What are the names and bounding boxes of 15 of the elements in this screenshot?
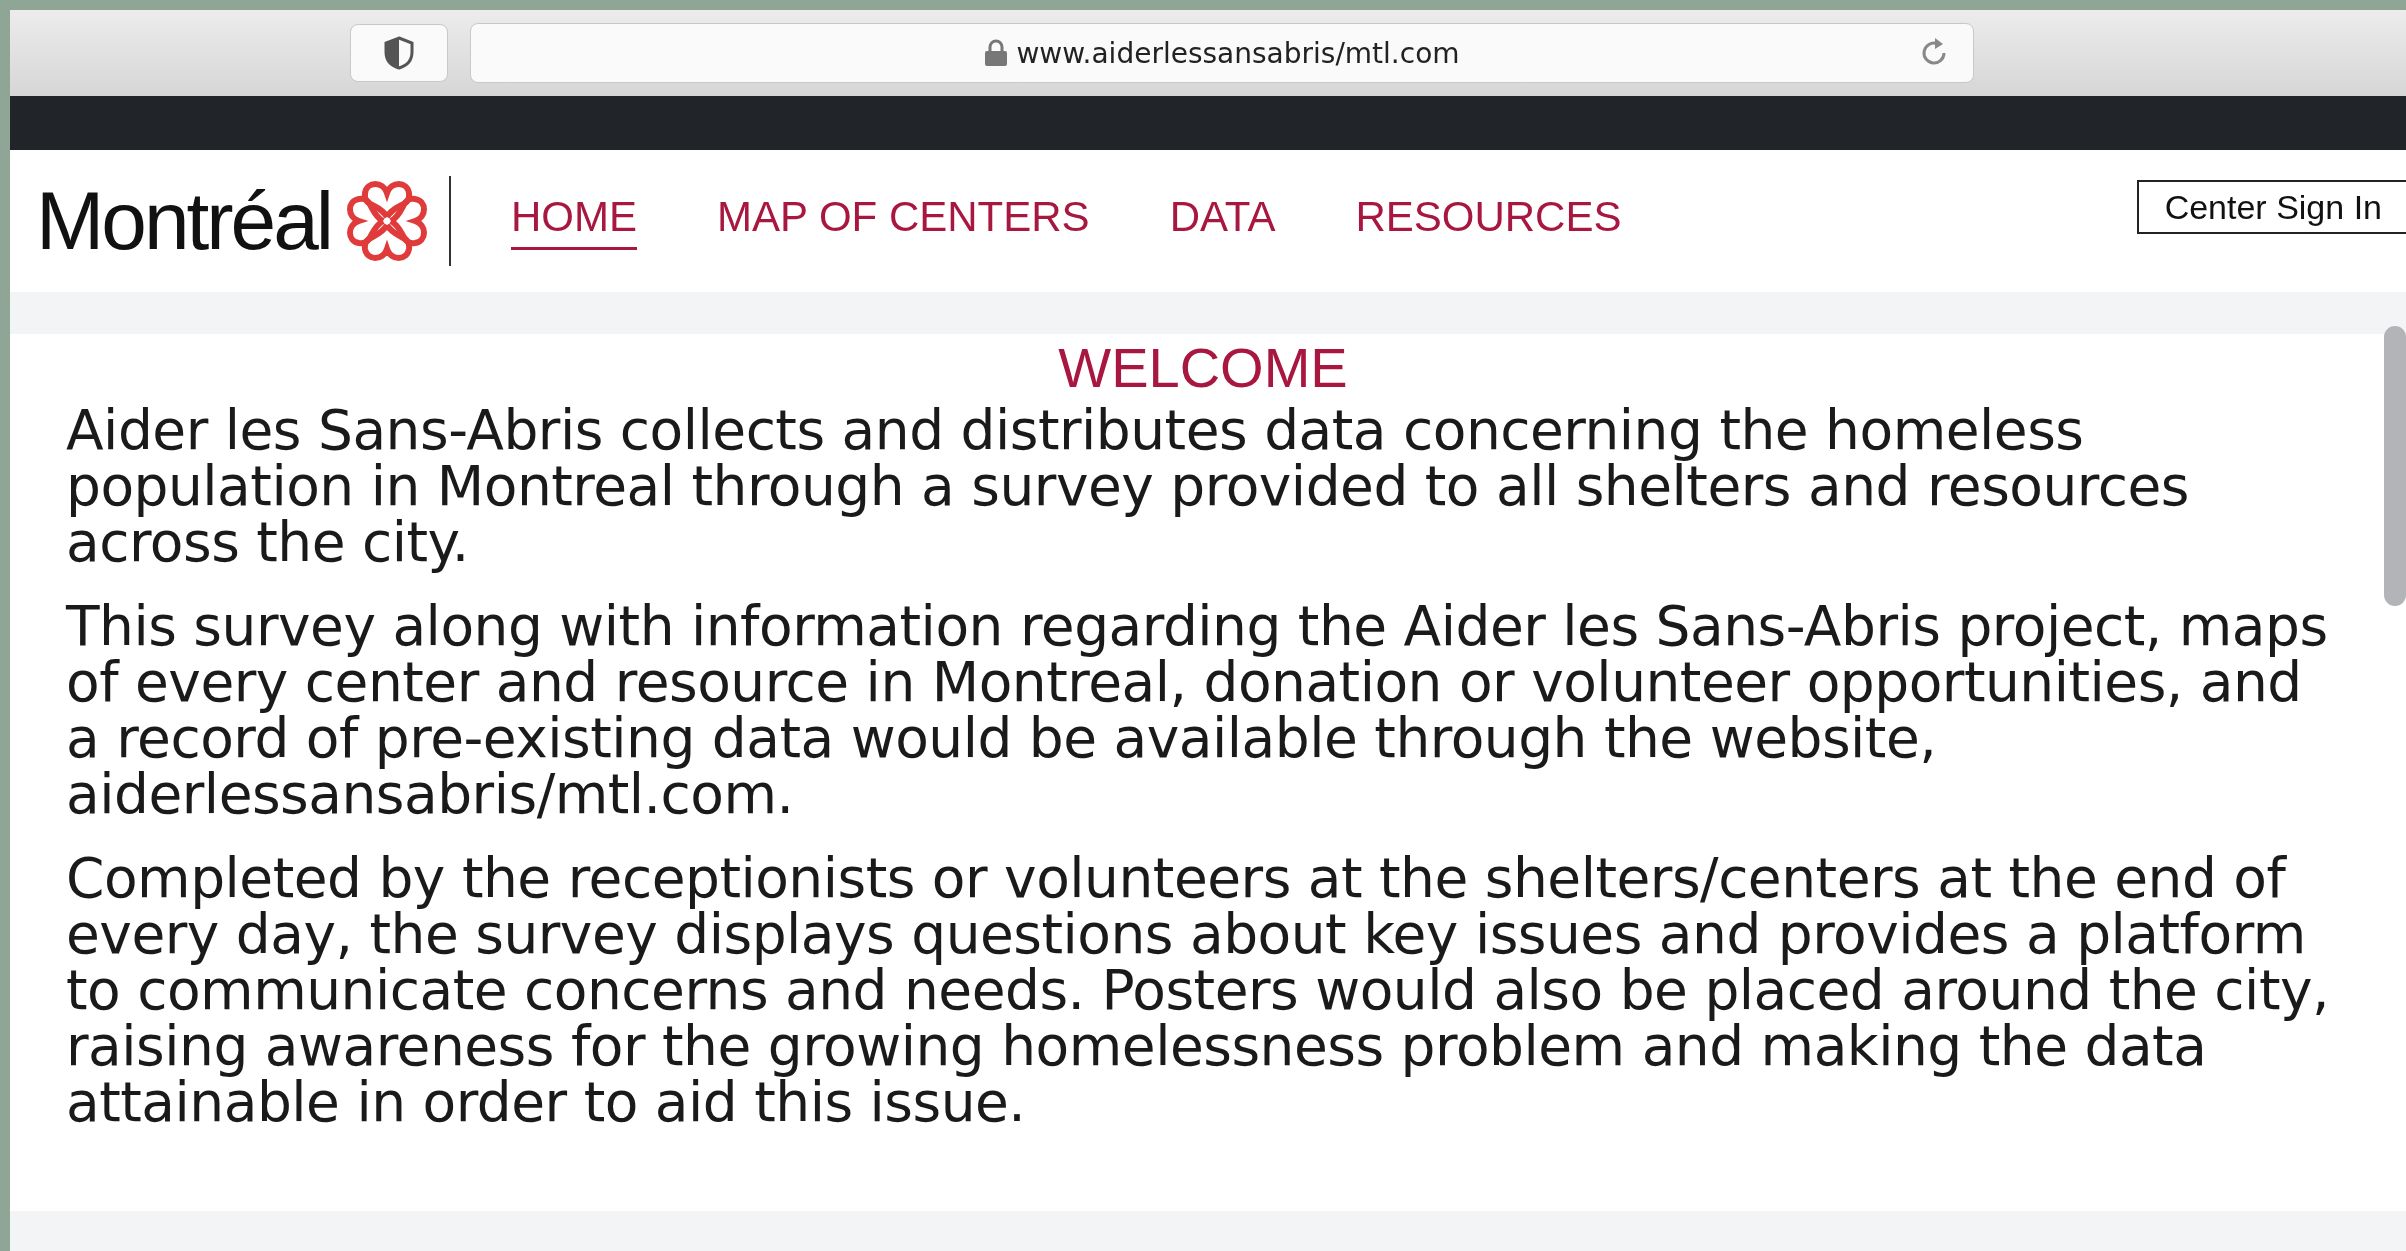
- site-logo[interactable]: Montréal: [36, 174, 332, 268]
- address-bar[interactable]: www.aiderlessansabris/mtl.com: [470, 23, 1974, 83]
- welcome-heading: WELCOME: [1057, 335, 1349, 401]
- lock-icon: [984, 39, 1009, 67]
- nav-link[interactable]: MAP OF CENTERS: [717, 192, 1090, 250]
- scrollbar-thumb[interactable]: [2384, 326, 2406, 606]
- nav-link[interactable]: DATA: [1169, 192, 1276, 250]
- privacy-button[interactable]: [350, 24, 448, 82]
- paragraph: This survey along with information regarding the Aider les Sans-Abris project, maps of every center and resource in Montreal, donation or volunteer opportunities, and a record of pre-existing data would be available through the website, aiderlessansabris/mtl.com.: [66, 598, 2329, 822]
- nav-link[interactable]: RESOURCES: [1355, 192, 1622, 250]
- url-text: www.aiderlessansabris/mtl.com: [1016, 36, 1460, 70]
- sign-in-button[interactable]: Center Sign In: [2136, 180, 2406, 234]
- nav-link[interactable]: HOME: [511, 192, 638, 250]
- shield-icon: [384, 36, 414, 70]
- paragraph: Completed by the receptionists or volunteers at the shelters/centers at the end of every day, the survey displays questions about key issues and provides a platform to communicate concerns and needs. Posters would also be placed around the city, raising awareness for the growing homelessness problem and making the data attainable in order to aid this issue.: [66, 850, 2330, 1130]
